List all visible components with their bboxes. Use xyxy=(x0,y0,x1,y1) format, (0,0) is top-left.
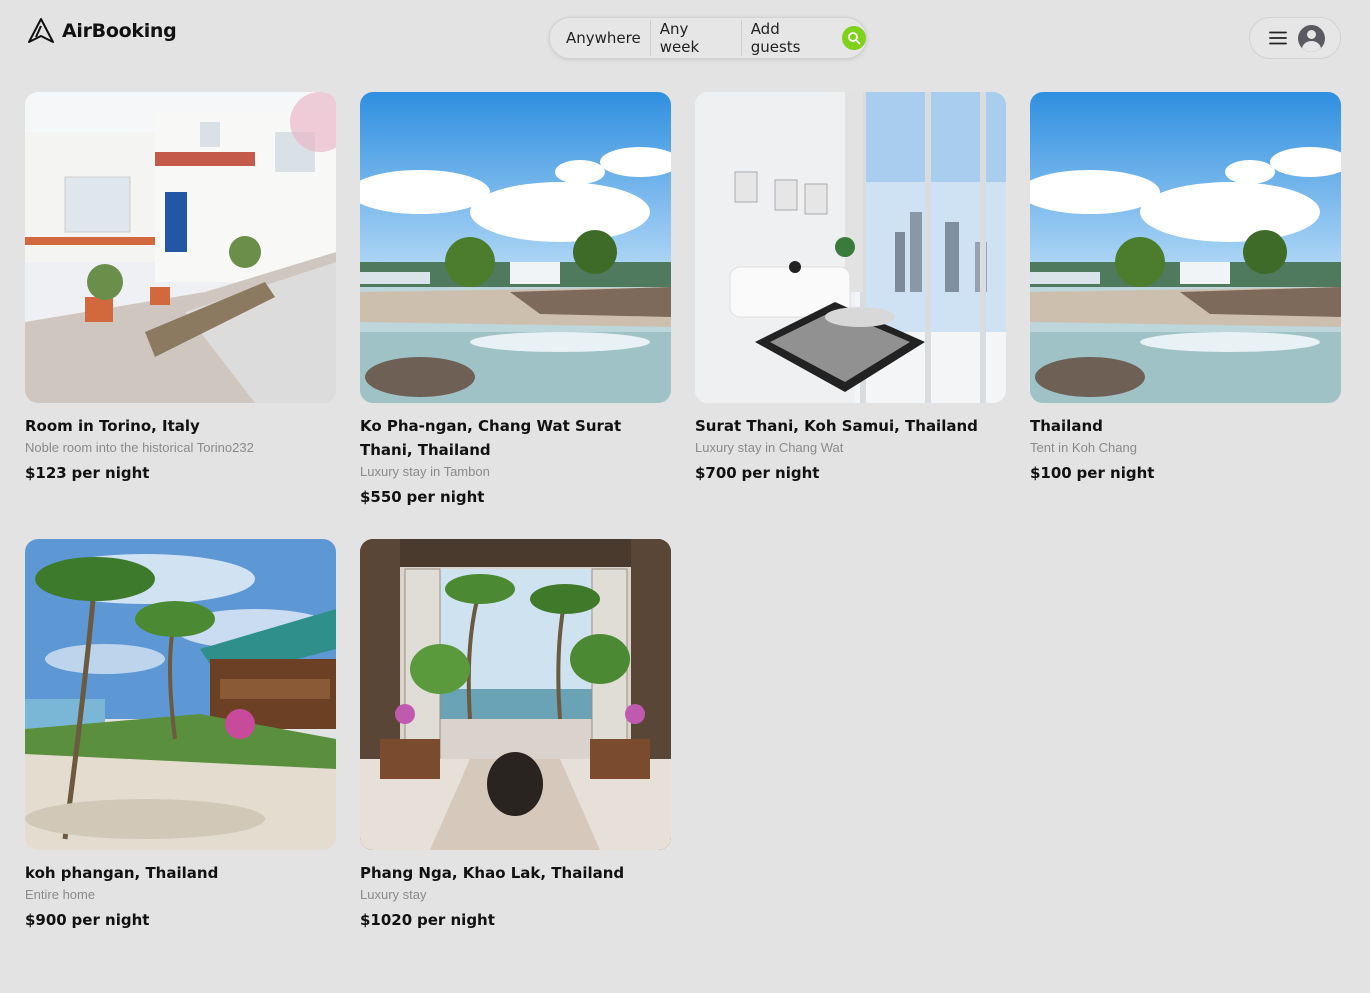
listing-title: Surat Thani, Koh Samui, Thailand xyxy=(695,417,978,435)
brand-logo[interactable]: AirBooking xyxy=(27,17,177,45)
listing-card[interactable]: koh phangan, Thailand Entire home $900 p… xyxy=(25,539,336,931)
listing-card[interactable]: Surat Thani, Koh Samui, Thailand Luxury … xyxy=(695,92,1006,484)
listing-card[interactable]: Phang Nga, Khao Lak, Thailand Luxury sta… xyxy=(360,539,671,931)
listing-price-amount: $550 xyxy=(360,488,402,506)
listing-card[interactable]: Room in Torino, Italy Noble room into th… xyxy=(25,92,336,484)
listing-subtitle: Tent in Koh Chang xyxy=(1030,440,1137,455)
listing-title: koh phangan, Thailand xyxy=(25,864,219,882)
listing-price-suffix: per night xyxy=(71,911,150,929)
listing-price: $700 per night xyxy=(695,462,1006,484)
search-bar[interactable]: Anywhere Any week Add guests xyxy=(549,17,867,59)
listing-price-amount: $900 xyxy=(25,911,67,929)
listing-price-suffix: per night xyxy=(406,488,485,506)
listing-subtitle: Entire home xyxy=(25,887,96,902)
listing-subtitle: Luxury stay in Tambon xyxy=(360,464,490,479)
listing-photo[interactable] xyxy=(360,92,671,403)
user-menu-button[interactable] xyxy=(1249,17,1341,59)
listing-price: $123 per night xyxy=(25,462,336,484)
listing-card[interactable]: Thailand Tent in Koh Chang $100 per nigh… xyxy=(1030,92,1341,484)
listing-subtitle: Noble room into the historical Torino232 xyxy=(25,440,254,455)
search-where[interactable]: Anywhere xyxy=(566,29,650,47)
user-avatar-icon xyxy=(1298,24,1325,52)
listing-card[interactable]: Ko Pha-ngan, Chang Wat Surat Thani, Thai… xyxy=(360,92,671,508)
brand-name: AirBooking xyxy=(62,20,177,42)
search-icon xyxy=(848,32,861,45)
listing-price-suffix: per night xyxy=(1076,464,1155,482)
listing-photo[interactable] xyxy=(695,92,1006,403)
listing-price-suffix: per night xyxy=(416,911,495,929)
listing-title: Thailand xyxy=(1030,417,1103,435)
listing-price: $900 per night xyxy=(25,909,336,931)
listing-title: Ko Pha-ngan, Chang Wat Surat Thani, Thai… xyxy=(360,417,622,459)
listing-title: Phang Nga, Khao Lak, Thailand xyxy=(360,864,625,882)
listing-price-amount: $123 xyxy=(25,464,67,482)
listing-subtitle: Luxury stay in Chang Wat xyxy=(695,440,844,455)
listing-title: Room in Torino, Italy xyxy=(25,417,200,435)
listing-photo[interactable] xyxy=(25,92,336,403)
airbnb-logo-icon xyxy=(28,18,54,43)
listing-photo[interactable] xyxy=(1030,92,1341,403)
listing-price-amount: $700 xyxy=(695,464,737,482)
listing-price-suffix: per night xyxy=(741,464,820,482)
hamburger-menu-icon xyxy=(1269,31,1287,45)
listing-photo[interactable] xyxy=(360,539,671,850)
search-when[interactable]: Any week xyxy=(649,20,741,56)
listing-price: $550 per night xyxy=(360,486,671,508)
search-who[interactable]: Add guests xyxy=(740,20,843,56)
listing-price: $1020 per night xyxy=(360,909,671,931)
listing-price-amount: $100 xyxy=(1030,464,1072,482)
listing-price-amount: $1020 xyxy=(360,911,413,929)
search-button[interactable] xyxy=(842,26,866,50)
listing-photo[interactable] xyxy=(25,539,336,850)
listing-price: $100 per night xyxy=(1030,462,1341,484)
listing-price-suffix: per night xyxy=(71,464,150,482)
listing-subtitle: Luxury stay xyxy=(360,887,427,902)
